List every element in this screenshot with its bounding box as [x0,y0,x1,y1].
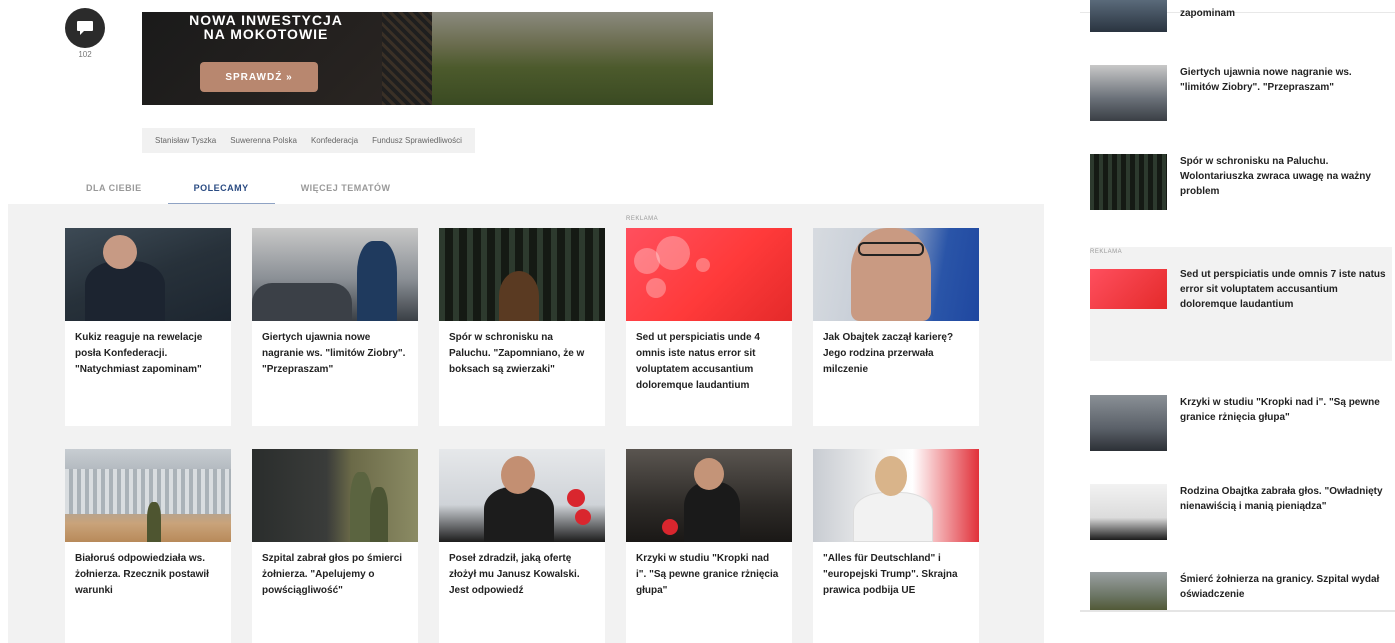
ad-title: Sed ut perspiciatis unde 4 omnis iste na… [636,332,760,391]
ad-thumbnail [626,228,792,321]
sidebar-article-title: zapominam [1180,8,1236,19]
sidebar-article[interactable]: zapominam [1090,0,1390,32]
article-card[interactable]: Szpital zabrał głos po śmierci żołnierza… [252,449,418,643]
article-thumbnail [626,449,792,542]
banner-photo [432,12,713,105]
article-title: Spór w schronisku na Paluchu. "Zapomnian… [449,332,585,375]
banner-ad[interactable]: NOWA INWESTYCJA NA MOKOTOWIE SPRAWDŹ » [142,12,713,105]
article-title: Kukiz reaguje na rewelacje posła Konfede… [75,332,203,375]
comment-icon [77,21,93,35]
article-thumbnail [65,449,231,542]
article-title: Krzyki w studiu "Kropki nad i". "Są pewn… [636,553,779,596]
article-title: "Alles für Deutschland" i "europejski Tr… [823,553,958,596]
sidebar-article-title: Krzyki w studiu "Kropki nad i". "Są pewn… [1180,397,1380,423]
sidebar-article[interactable]: Giertych ujawnia nowe nagranie ws. "limi… [1090,65,1390,121]
article-title: Białoruś odpowiedziała ws. żołnierza. Rz… [75,553,209,596]
sidebar-thumbnail [1090,65,1167,121]
ad-card[interactable]: Sed ut perspiciatis unde 4 omnis iste na… [626,228,792,426]
sidebar-article[interactable]: Rodzina Obajtka zabrała głos. "Owładnięt… [1090,484,1390,540]
tag-link[interactable]: Suwerenna Polska [223,136,304,145]
article-card[interactable]: Krzyki w studiu "Kropki nad i". "Są pewn… [626,449,792,643]
tag-list: Stanisław Tyszka Suwerenna Polska Konfed… [142,128,475,153]
article-card[interactable]: Spór w schronisku na Paluchu. "Zapomnian… [439,228,605,426]
sidebar-article-title: Spór w schronisku na Paluchu. Wolontariu… [1180,156,1371,197]
article-card[interactable]: Jak Obajtek zaczął karierę? Jego rodzina… [813,228,979,426]
article-title: Jak Obajtek zaczął karierę? Jego rodzina… [823,332,954,375]
sidebar-article[interactable]: Spór w schronisku na Paluchu. Wolontariu… [1090,154,1390,210]
tab-polecamy[interactable]: POLECAMY [167,175,275,205]
article-card[interactable]: Giertych ujawnia nowe nagranie ws. "limi… [252,228,418,426]
banner-decoration [382,12,437,105]
article-thumbnail [813,228,979,321]
article-card[interactable]: Poseł zdradził, jaką ofertę złożył mu Ja… [439,449,605,643]
article-card[interactable]: "Alles für Deutschland" i "europejski Tr… [813,449,979,643]
sidebar-thumbnail [1090,0,1167,32]
tag-link[interactable]: Fundusz Sprawiedliwości [365,136,469,145]
tag-link[interactable]: Stanisław Tyszka [148,136,223,145]
sidebar-article-title: Rodzina Obajtka zabrała głos. "Owładnięt… [1180,486,1383,512]
sidebar-divider [1080,610,1395,612]
sidebar-article-title: Giertych ujawnia nowe nagranie ws. "limi… [1180,67,1352,93]
sidebar-thumbnail [1090,572,1167,612]
sidebar-thumbnail [1090,154,1167,210]
article-thumbnail [813,449,979,542]
ad-label: REKLAMA [1090,249,1123,255]
article-title: Giertych ujawnia nowe nagranie ws. "limi… [262,332,406,375]
article-title: Poseł zdradził, jaką ofertę złożył mu Ja… [449,553,580,596]
article-thumbnail [439,449,605,542]
sidebar-thumbnail [1090,484,1167,540]
sidebar-ad[interactable]: REKLAMA Sed ut perspiciatis unde omnis 7… [1090,247,1392,361]
sidebar-ad-title: Sed ut perspiciatis unde omnis 7 iste na… [1180,269,1386,310]
article-thumbnail [439,228,605,321]
article-thumbnail [252,228,418,321]
sidebar-article-title: Śmierć żołnierza na granicy. Szpital wyd… [1180,574,1380,600]
recommendations-grid: REKLAMA Kukiz reaguje na rewelacje posła… [8,204,1044,643]
sidebar-article[interactable]: Krzyki w studiu "Kropki nad i". "Są pewn… [1090,395,1390,451]
tag-link[interactable]: Konfederacja [304,136,365,145]
banner-cta-button[interactable]: SPRAWDŹ » [200,62,318,92]
recommendation-tabs: DLA CIEBIE POLECAMY WIĘCEJ TEMATÓW [60,175,417,205]
tab-dla-ciebie[interactable]: DLA CIEBIE [60,175,168,205]
sidebar-ad-thumbnail [1090,269,1167,309]
article-thumbnail [252,449,418,542]
comments-button[interactable] [65,8,105,48]
banner-headline-2: NA MOKOTOWIE [203,26,329,42]
sidebar-article[interactable]: Śmierć żołnierza na granicy. Szpital wyd… [1090,572,1390,612]
comments-count: 102 [78,50,92,59]
article-thumbnail [65,228,231,321]
article-card[interactable]: Białoruś odpowiedziała ws. żołnierza. Rz… [65,449,231,643]
tab-wiecej-tematow[interactable]: WIĘCEJ TEMATÓW [275,175,417,205]
ad-label: REKLAMA [626,216,659,222]
article-title: Szpital zabrał głos po śmierci żołnierza… [262,553,403,596]
article-card[interactable]: Kukiz reaguje na rewelacje posła Konfede… [65,228,231,426]
sidebar-thumbnail [1090,395,1167,451]
